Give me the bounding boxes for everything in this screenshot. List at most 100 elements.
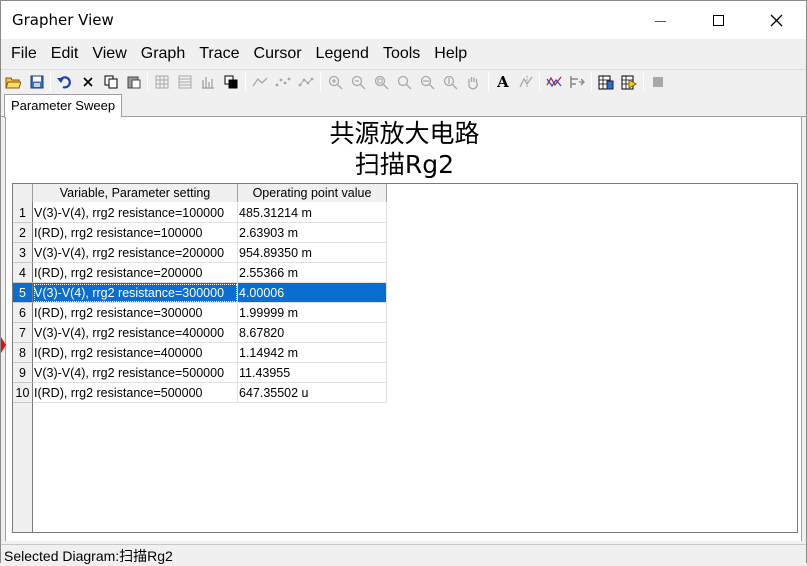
- cell-parameter[interactable]: I(RD), rrg2 resistance=300000: [33, 303, 238, 323]
- zoom-x-icon[interactable]: [417, 72, 437, 92]
- zoom-y-icon[interactable]: [440, 72, 460, 92]
- row-number[interactable]: 6: [13, 303, 33, 323]
- open-icon[interactable]: [3, 72, 23, 92]
- menu-cursor[interactable]: Cursor: [247, 39, 309, 69]
- diagram-area: 共源放大电路 扫描Rg2 Variable, Parameter setting…: [5, 117, 802, 541]
- cell-parameter[interactable]: V(3)-V(4), rrg2 resistance=200000: [33, 243, 238, 263]
- line-icon[interactable]: [250, 72, 270, 92]
- table-row[interactable]: 3 V(3)-V(4), rrg2 resistance=200000 954.89…: [13, 243, 387, 263]
- table-row[interactable]: 2 I(RD), rrg2 resistance=100000 2.63903 m: [13, 223, 387, 243]
- cell-parameter[interactable]: V(3)-V(4), rrg2 resistance=100000: [33, 203, 238, 223]
- minimize-icon: [654, 20, 666, 22]
- stop-icon[interactable]: [648, 72, 668, 92]
- table-row[interactable]: 8 I(RD), rrg2 resistance=400000 1.14942 m: [13, 343, 387, 363]
- menu-edit[interactable]: Edit: [44, 39, 86, 69]
- table-row[interactable]: 1 V(3)-V(4), rrg2 resistance=100000 485.31…: [13, 203, 387, 223]
- tab-parameter-sweep[interactable]: Parameter Sweep: [4, 94, 123, 118]
- row-number[interactable]: 5: [13, 283, 33, 303]
- table-row[interactable]: 6 I(RD), rrg2 resistance=300000 1.99999 m: [13, 303, 387, 323]
- row-number[interactable]: 7: [13, 323, 33, 343]
- text-icon[interactable]: A: [493, 72, 513, 92]
- undo-icon[interactable]: [55, 72, 75, 92]
- trace-icon[interactable]: [544, 72, 564, 92]
- save-icon[interactable]: [27, 72, 47, 92]
- overlay-icon[interactable]: [221, 72, 241, 92]
- cell-value[interactable]: 2.55366 m: [238, 263, 387, 283]
- title-bar: Grapher View: [1, 1, 806, 39]
- cell-value[interactable]: 11.43955: [238, 363, 387, 383]
- line-dots-icon[interactable]: [296, 72, 316, 92]
- zoom-in-icon[interactable]: [325, 72, 345, 92]
- cell-value[interactable]: 4.00006: [238, 283, 387, 303]
- results-table: Variable, Parameter setting Operating po…: [12, 183, 798, 533]
- status-bar: Selected Diagram:扫描Rg2: [1, 544, 806, 564]
- cell-parameter[interactable]: V(3)-V(4), rrg2 resistance=400000: [33, 323, 238, 343]
- cell-parameter[interactable]: I(RD), rrg2 resistance=100000: [33, 223, 238, 243]
- list-icon[interactable]: [175, 72, 195, 92]
- cell-value[interactable]: 485.31214 m: [238, 203, 387, 223]
- cell-parameter[interactable]: I(RD), rrg2 resistance=500000: [33, 383, 238, 403]
- table-row[interactable]: 10 I(RD), rrg2 resistance=500000 647.35502…: [13, 383, 387, 403]
- row-number[interactable]: 1: [13, 203, 33, 223]
- cell-value[interactable]: 1.14942 m: [238, 343, 387, 363]
- cell-value[interactable]: 647.35502 u: [238, 383, 387, 403]
- menu-tools[interactable]: Tools: [376, 39, 427, 69]
- zoom-area-icon[interactable]: [371, 72, 391, 92]
- minimize-button[interactable]: [637, 1, 683, 39]
- cell-value[interactable]: 954.89350 m: [238, 243, 387, 263]
- table-row[interactable]: 4 I(RD), rrg2 resistance=200000 2.55366 m: [13, 263, 387, 283]
- maximize-icon: [712, 14, 724, 26]
- grid-icon[interactable]: [152, 72, 172, 92]
- table-header: Variable, Parameter setting Operating po…: [13, 184, 387, 202]
- menu-trace[interactable]: Trace: [192, 39, 246, 69]
- table-row[interactable]: 7 V(3)-V(4), rrg2 resistance=400000 8.6782…: [13, 323, 387, 343]
- row-number[interactable]: 10: [13, 383, 33, 403]
- menu-view[interactable]: View: [85, 39, 133, 69]
- menu-bar: File Edit View Graph Trace Cursor Legend…: [1, 39, 806, 69]
- copy-icon[interactable]: [101, 72, 121, 92]
- export-icon[interactable]: [567, 72, 587, 92]
- cell-value[interactable]: 8.67820: [238, 323, 387, 343]
- zoom-fit-icon[interactable]: [394, 72, 414, 92]
- menu-graph[interactable]: Graph: [134, 39, 192, 69]
- diagram-title-line-2: 扫描Rg2: [354, 150, 455, 179]
- row-number[interactable]: 2: [13, 223, 33, 243]
- paste-icon[interactable]: [124, 72, 144, 92]
- diagram-title-line-1: 共源放大电路: [329, 119, 480, 148]
- cell-parameter[interactable]: I(RD), rrg2 resistance=400000: [33, 343, 238, 363]
- corner-cell: [13, 184, 33, 202]
- row-number[interactable]: 8: [13, 343, 33, 363]
- tab-strip: Parameter Sweep: [1, 93, 806, 118]
- row-number[interactable]: 3: [13, 243, 33, 263]
- cell-value[interactable]: 2.63903 m: [238, 223, 387, 243]
- table-row[interactable]: 5 V(3)-V(4), rrg2 resistance=300000 4.0000…: [13, 283, 387, 303]
- cell-parameter[interactable]: V(3)-V(4), rrg2 resistance=300000: [33, 283, 238, 303]
- column-header-parameter[interactable]: Variable, Parameter setting: [33, 184, 238, 202]
- selection-marker-icon: [1, 337, 6, 353]
- row-number[interactable]: 4: [13, 263, 33, 283]
- bars-icon[interactable]: [198, 72, 218, 92]
- delete-icon[interactable]: [78, 72, 98, 92]
- table-row[interactable]: 9 V(3)-V(4), rrg2 resistance=500000 11.439…: [13, 363, 387, 383]
- run-icon[interactable]: [619, 72, 639, 92]
- zoom-out-icon[interactable]: [348, 72, 368, 92]
- status-text: Selected Diagram:扫描Rg2: [4, 548, 173, 564]
- window-title: Grapher View: [12, 11, 114, 29]
- menu-legend[interactable]: Legend: [309, 39, 376, 69]
- close-button[interactable]: [753, 1, 799, 39]
- dots-icon[interactable]: [273, 72, 293, 92]
- cell-parameter[interactable]: I(RD), rrg2 resistance=200000: [33, 263, 238, 283]
- pan-icon[interactable]: [463, 72, 483, 92]
- cell-value[interactable]: 1.99999 m: [238, 303, 387, 323]
- cell-parameter[interactable]: V(3)-V(4), rrg2 resistance=500000: [33, 363, 238, 383]
- menu-file[interactable]: File: [4, 39, 44, 69]
- toolbar: A: [1, 69, 806, 93]
- table-icon[interactable]: [596, 72, 616, 92]
- close-icon: [770, 14, 782, 26]
- cursor-icon[interactable]: [516, 72, 536, 92]
- maximize-button[interactable]: [695, 1, 741, 39]
- menu-help[interactable]: Help: [427, 39, 474, 69]
- grapher-window: Grapher View File Edit View Graph Trace …: [0, 0, 807, 564]
- row-number[interactable]: 9: [13, 363, 33, 383]
- column-header-value[interactable]: Operating point value: [238, 184, 387, 202]
